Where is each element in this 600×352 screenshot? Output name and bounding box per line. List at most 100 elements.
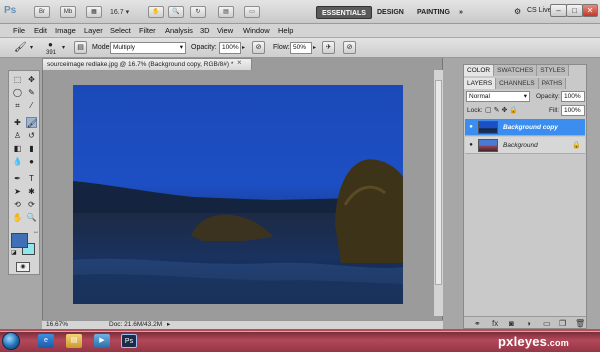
type-tool-icon[interactable]: T: [26, 173, 37, 184]
tab-channels[interactable]: CHANNELS: [496, 78, 539, 89]
menu-layer[interactable]: Layer: [84, 26, 103, 35]
scrollbar-thumb[interactable]: [435, 80, 442, 285]
menu-image[interactable]: Image: [55, 26, 76, 35]
eyedropper-tool-icon[interactable]: ⁄: [26, 100, 37, 111]
brush-picker-dropdown-icon[interactable]: ▾: [62, 44, 65, 51]
blend-mode-select[interactable]: Normal ▾: [466, 91, 530, 102]
layer-row-background[interactable]: ● Background 🔒: [465, 137, 585, 154]
bridge-button[interactable]: Br: [34, 6, 50, 18]
adjustment-layer-icon[interactable]: ◑: [526, 319, 531, 328]
internet-explorer-icon[interactable]: e: [38, 334, 54, 348]
new-group-icon[interactable]: ▭: [543, 319, 551, 328]
blur-tool-icon[interactable]: 💧: [12, 156, 23, 167]
menu-help[interactable]: Help: [278, 26, 293, 35]
rotate-view-icon[interactable]: ↻: [190, 6, 206, 18]
path-selection-tool-icon[interactable]: ➤: [12, 186, 23, 197]
vertical-scrollbar[interactable]: [433, 70, 443, 316]
marquee-tool-icon[interactable]: ⬚: [12, 74, 23, 85]
3d-orbit-tool-icon[interactable]: ⟳: [26, 199, 37, 210]
close-button[interactable]: ✕: [582, 4, 598, 17]
media-player-icon[interactable]: ▶: [94, 334, 110, 348]
fill-input[interactable]: 100%: [561, 105, 585, 116]
lasso-tool-icon[interactable]: ◯: [12, 87, 23, 98]
workspace-painting[interactable]: PAINTING: [412, 6, 455, 19]
eye-icon[interactable]: ●: [467, 119, 475, 136]
tab-color[interactable]: COLOR: [464, 65, 495, 76]
quick-mask-icon[interactable]: ◉: [16, 262, 30, 272]
screen-mode-icon[interactable]: ▭: [244, 6, 260, 18]
menu-filter[interactable]: Filter: [139, 26, 156, 35]
healing-brush-tool-icon[interactable]: ✚: [12, 117, 23, 128]
menu-file[interactable]: File: [13, 26, 25, 35]
workspace-essentials[interactable]: ESSENTIALS: [316, 6, 372, 19]
tab-styles[interactable]: STYLES: [537, 65, 570, 76]
mode-select[interactable]: Multiply ▾: [110, 42, 186, 54]
brush-tool-icon[interactable]: 🖌: [14, 42, 27, 53]
minibridge-button[interactable]: Mb: [60, 6, 76, 18]
view-extras-icon[interactable]: ▦: [86, 6, 102, 18]
tool-preset-dropdown-icon[interactable]: ▾: [30, 44, 33, 51]
workspace-design[interactable]: DESIGN: [372, 6, 409, 19]
crop-tool-icon[interactable]: ⌗: [12, 100, 23, 111]
arrange-documents-icon[interactable]: ▤: [218, 6, 234, 18]
tablet-opacity-icon[interactable]: ⊘: [252, 41, 265, 54]
flow-input[interactable]: 50%: [290, 42, 312, 54]
history-brush-tool-icon[interactable]: ↺: [26, 130, 37, 141]
opacity-dropdown-icon[interactable]: ▸: [242, 44, 245, 51]
shape-tool-icon[interactable]: ✱: [26, 186, 37, 197]
image-canvas[interactable]: [73, 85, 403, 304]
hand-tool-icon[interactable]: ✋: [12, 212, 23, 223]
layer-opacity-input[interactable]: 100%: [561, 91, 585, 102]
menu-3d[interactable]: 3D: [200, 26, 210, 35]
menu-edit[interactable]: Edit: [34, 26, 47, 35]
tablet-size-icon[interactable]: ⊘: [343, 41, 356, 54]
move-tool-icon[interactable]: ✥: [26, 74, 37, 85]
default-colors-icon[interactable]: ◪: [11, 249, 17, 256]
hand-tool-icon[interactable]: ✋: [148, 6, 164, 18]
clone-stamp-tool-icon[interactable]: ♙: [12, 130, 23, 141]
opacity-input[interactable]: 100%: [219, 42, 241, 54]
workspace-more[interactable]: »: [454, 6, 468, 19]
menu-analysis[interactable]: Analysis: [165, 26, 193, 35]
flow-dropdown-icon[interactable]: ▸: [313, 44, 316, 51]
zoom-level-select[interactable]: 16.7 ▾: [110, 7, 138, 18]
status-menu-icon[interactable]: ▸: [167, 321, 170, 329]
3d-rotate-tool-icon[interactable]: ⟲: [12, 199, 23, 210]
tab-swatches[interactable]: SWATCHES: [494, 65, 538, 76]
document-close-icon[interactable]: ×: [237, 58, 242, 67]
foreground-color-swatch[interactable]: [11, 233, 28, 248]
brush-panel-icon[interactable]: ▤: [74, 41, 87, 54]
dodge-tool-icon[interactable]: ●: [26, 156, 37, 167]
menu-view[interactable]: View: [217, 26, 233, 35]
swap-colors-icon[interactable]: ↔: [33, 229, 39, 235]
lock-options-icon[interactable]: ▢✎✥🔒: [485, 106, 520, 114]
eye-icon[interactable]: ●: [467, 137, 475, 154]
airbrush-icon[interactable]: ✈: [322, 41, 335, 54]
layer-style-icon[interactable]: fx: [492, 319, 498, 328]
menu-select[interactable]: Select: [110, 26, 131, 35]
link-layers-icon[interactable]: ⚭: [474, 319, 481, 328]
new-layer-icon[interactable]: ❐: [559, 319, 566, 328]
photoshop-taskbar-icon[interactable]: Ps: [121, 334, 137, 348]
file-explorer-icon[interactable]: ▤: [66, 334, 82, 348]
document-tab[interactable]: sourceimage redlake.jpg @ 16.7% (Backgro…: [42, 58, 252, 70]
status-zoom[interactable]: 16.67%: [46, 321, 68, 329]
gradient-tool-icon[interactable]: ▮: [26, 143, 37, 154]
start-button[interactable]: [2, 332, 20, 350]
menu-window[interactable]: Window: [243, 26, 270, 35]
brush-tool-icon[interactable]: 🖌: [26, 117, 37, 128]
maximize-button[interactable]: □: [566, 4, 583, 17]
layer-row-background-copy[interactable]: ● Background copy: [465, 119, 585, 136]
zoom-tool-icon[interactable]: 🔍: [26, 212, 37, 223]
tab-layers[interactable]: LAYERS: [464, 78, 497, 89]
zoom-tool-icon[interactable]: 🔍: [168, 6, 184, 18]
quick-select-tool-icon[interactable]: ✎: [26, 87, 37, 98]
pen-tool-icon[interactable]: ✒: [12, 173, 23, 184]
cs-live-button[interactable]: CS Live: [527, 7, 552, 14]
eraser-tool-icon[interactable]: ◧: [12, 143, 23, 154]
minimize-button[interactable]: –: [550, 4, 567, 17]
tab-paths[interactable]: PATHS: [538, 78, 567, 89]
delete-layer-icon[interactable]: 🗑: [575, 319, 585, 328]
brush-tip-icon[interactable]: ●: [48, 40, 53, 49]
layer-mask-icon[interactable]: ◙: [509, 319, 514, 328]
